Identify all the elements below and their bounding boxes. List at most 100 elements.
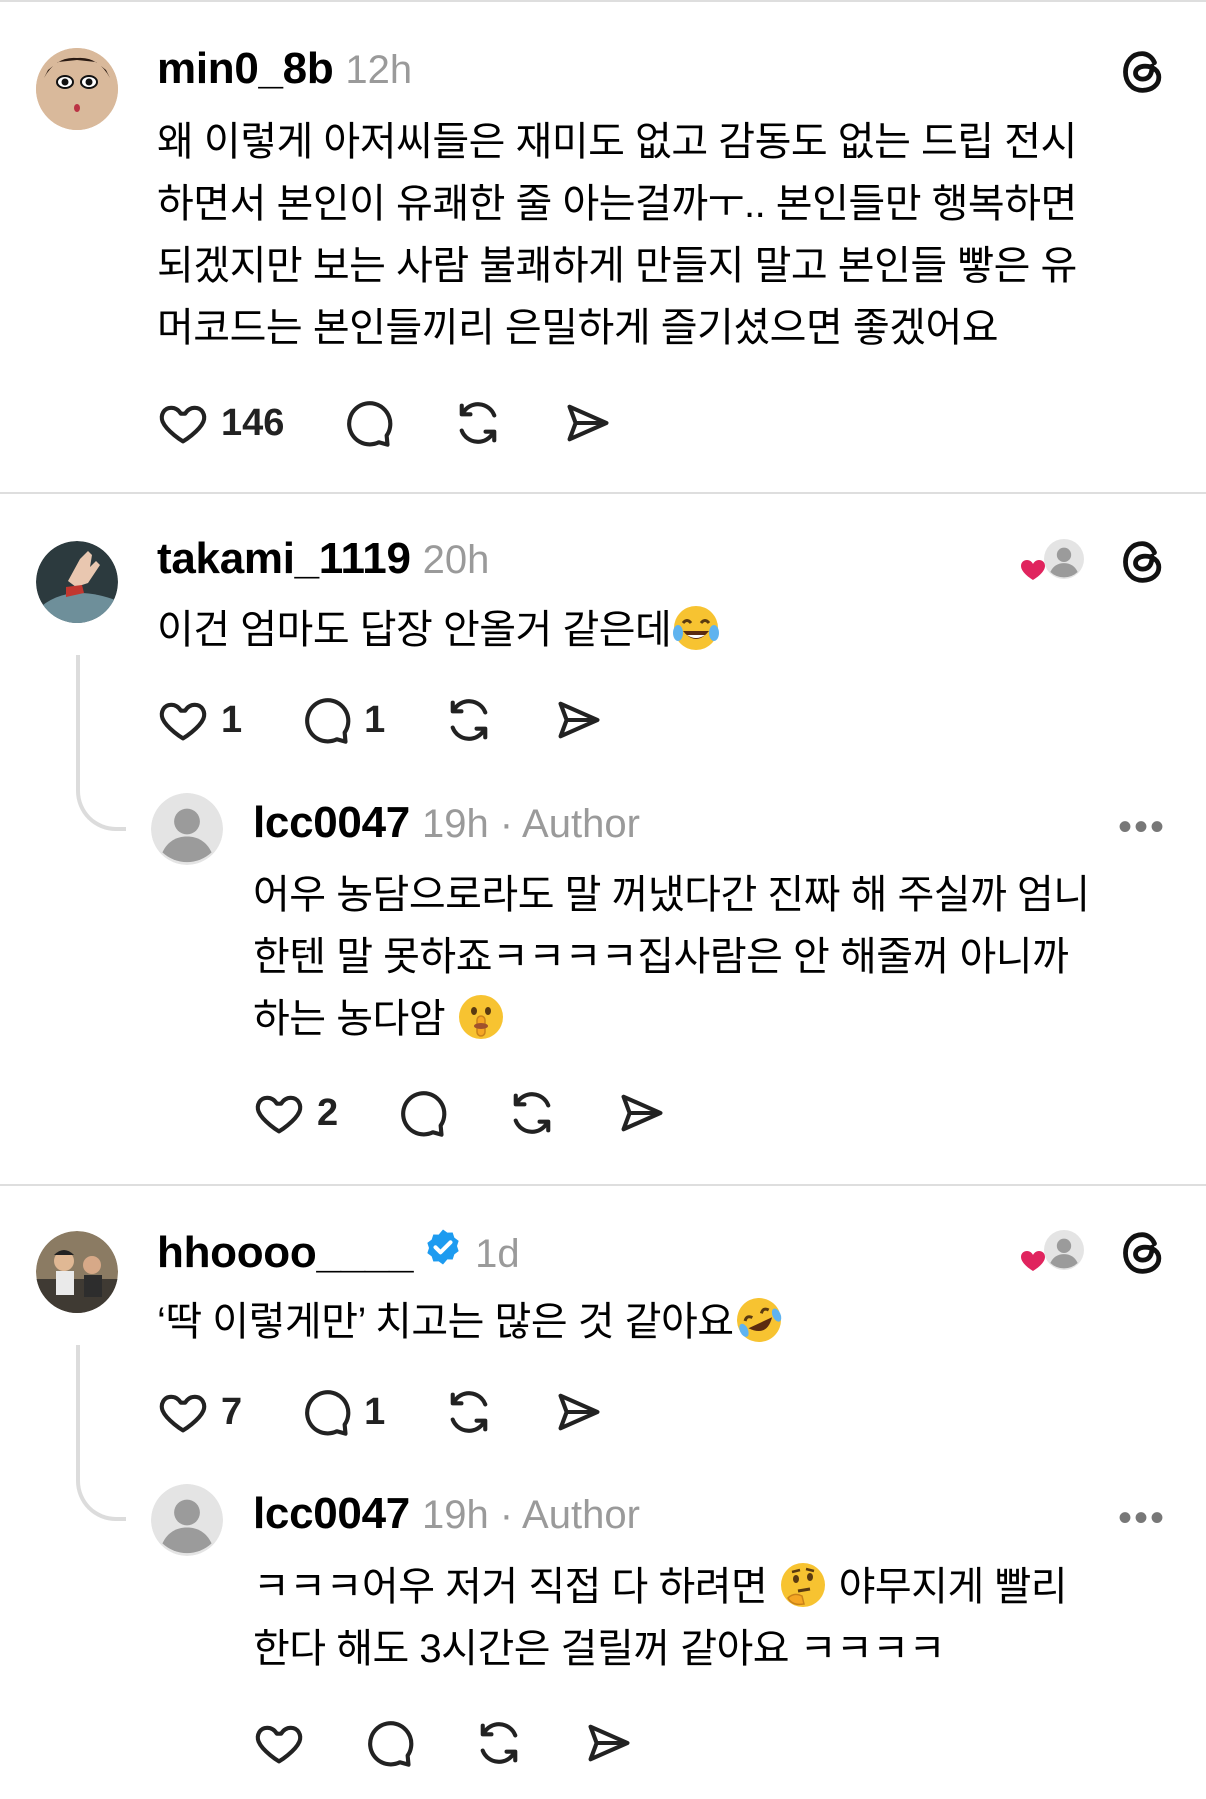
comment-button[interactable] [396,1087,448,1139]
repost-button[interactable] [452,397,504,449]
username[interactable]: lcc0047 [253,798,410,848]
timestamp: 20h [422,538,490,582]
like-button[interactable]: 2 [253,1087,338,1139]
comment-icon [300,1386,352,1438]
rolling-laughing-emoji [736,1298,781,1342]
share-icon [583,1717,635,1769]
repost-icon [506,1087,558,1139]
timestamp: 12h [345,48,413,92]
username[interactable]: min0_8b [157,44,334,94]
share-button[interactable] [616,1087,668,1139]
text-line: 왜 이렇게 아저씨들은 재미도 없고 감동도 없는 드립 전시 [157,120,1077,164]
heart-icon [157,694,209,746]
action-bar: 146 [157,397,672,449]
share-button[interactable] [562,397,614,449]
liked-by-author-icon[interactable] [1018,1226,1088,1278]
repost-button[interactable] [506,1087,558,1139]
reply-header: lcc0047 19h · Author [253,1489,640,1539]
reply-meta: 19h · Author [421,802,640,846]
reply-header: lcc0047 19h · Author [253,798,640,848]
verified-badge-icon [427,1229,459,1265]
repost-icon [473,1717,525,1769]
comment-icon [342,397,394,449]
post-text: 이건 엄마도 답장 안올거 같은데 [157,599,721,661]
username[interactable]: lcc0047 [253,1489,410,1539]
post-header: min0_8b 12h [157,44,412,94]
liked-by-author-icon[interactable] [1018,535,1088,587]
comment-button[interactable]: 1 [300,694,385,746]
text-line: 야무지게 빨리 [827,1565,1068,1609]
like-button[interactable] [253,1717,305,1769]
comment-icon [363,1717,415,1769]
timestamp: 1d [475,1232,520,1276]
thread-connector [76,655,126,831]
threads-icon[interactable] [1118,47,1168,97]
comment-icon [396,1087,448,1139]
more-options-button[interactable]: ••• [1118,805,1166,850]
like-button[interactable]: 7 [157,1386,242,1438]
text-line: ㅋㅋㅋ어우 저거 직접 다 하려면 [253,1565,778,1609]
comment-icon [300,694,352,746]
post-header: hhoooo____ 1d [157,1227,520,1278]
text-line: 어우 농담으로라도 말 꺼냈다간 진짜 해 주실까 엄니 [253,873,1090,917]
avatar[interactable] [151,793,223,865]
post-text: 왜 이렇게 아저씨들은 재미도 없고 감동도 없는 드립 전시 하면서 본인이 … [157,111,1077,359]
top-divider [0,0,1206,2]
heart-icon [253,1717,305,1769]
avatar[interactable] [36,48,118,130]
repost-icon [443,1386,495,1438]
reply-count: 1 [364,698,386,741]
action-bar [253,1717,693,1769]
repost-icon [443,694,495,746]
thinking-face-emoji [780,1563,825,1607]
comment-button[interactable]: 1 [300,1386,385,1438]
username[interactable]: takami_1119 [157,534,411,584]
text-line: 머코드는 본인들끼리 은밀하게 즐기셨으면 좋겠어요 [157,306,999,350]
avatar[interactable] [36,1231,118,1313]
action-bar: 1 1 [157,694,663,746]
laughing-crying-emoji [673,606,720,650]
reply-count: 1 [364,1390,386,1433]
share-button[interactable] [583,1717,635,1769]
repost-button[interactable] [443,1386,495,1438]
comment-button[interactable] [342,397,394,449]
text-line: 하는 농다암 [253,997,446,1041]
heart-icon [157,397,209,449]
thread-connector [76,1345,126,1521]
share-icon [562,397,614,449]
share-icon [616,1087,668,1139]
text-line: 하면서 본인이 유쾌한 줄 아는걸까ㅜ.. 본인들만 행복하면 [157,182,1077,226]
shushing-face-emoji [458,995,503,1039]
action-bar: 7 1 [157,1386,663,1438]
text-line: ‘딱 이렇게만’ 치고는 많은 것 같아요 [157,1300,734,1344]
like-button[interactable]: 1 [157,694,242,746]
post-header: takami_1119 20h [157,534,489,584]
heart-icon [253,1087,305,1139]
reply-text: ㅋㅋㅋ어우 저거 직접 다 하려면 야무지게 빨리 한다 해도 3시간은 걸릴꺼… [253,1556,1068,1680]
more-options-button[interactable]: ••• [1118,1496,1166,1541]
like-count: 146 [221,401,285,444]
reply-meta: 19h · Author [421,1493,640,1537]
repost-icon [452,397,504,449]
repost-button[interactable] [443,694,495,746]
repost-button[interactable] [473,1717,525,1769]
avatar[interactable] [36,541,118,623]
post-divider [0,1184,1206,1186]
text-line: 되겠지만 보는 사람 불쾌하게 만들지 말고 본인들 빻은 유 [157,244,1077,288]
text-line: 이건 엄마도 답장 안올거 같은데 [157,608,672,652]
share-icon [553,694,605,746]
comment-button[interactable] [363,1717,415,1769]
like-count: 7 [221,1390,243,1433]
action-bar: 2 [253,1087,726,1139]
like-count: 1 [221,698,243,741]
share-button[interactable] [553,694,605,746]
avatar[interactable] [151,1484,223,1556]
threads-icon[interactable] [1118,1228,1168,1278]
post-divider [0,492,1206,494]
like-button[interactable]: 146 [157,397,284,449]
username[interactable]: hhoooo____ [157,1228,413,1278]
threads-icon[interactable] [1118,537,1168,587]
reply-text: 어우 농담으로라도 말 꺼냈다간 진짜 해 주실까 엄니 한텐 말 못하죠ㅋㅋㅋ… [253,864,1090,1050]
post-text: ‘딱 이렇게만’ 치고는 많은 것 같아요 [157,1291,784,1353]
share-button[interactable] [553,1386,605,1438]
